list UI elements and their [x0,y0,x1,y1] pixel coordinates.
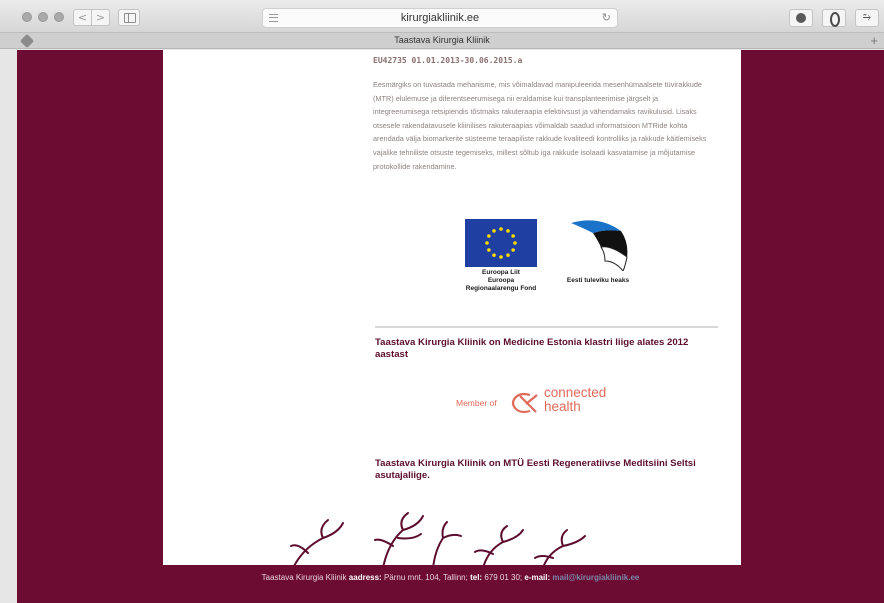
url-text[interactable]: kirurgiakliinik.ee [263,12,617,24]
connected-health-icon[interactable] [508,390,542,416]
project-description: Eesmärgiks on tuvastada mehanisme, mis v… [373,80,707,171]
eu-star [487,248,491,252]
back-button[interactable]: < [73,9,92,26]
eu-star [492,229,496,233]
footer-address: Pärnu mnt. 104, Tallinn; [383,573,468,582]
eu-star [487,234,491,238]
close-window-button[interactable] [22,12,32,22]
footer-email-link[interactable]: mail@kirurgiakliinik.ee [552,573,639,582]
tab-bar: Taastava Kirurgia Kliinik + [0,33,884,49]
address-bar[interactable]: kirurgiakliinik.ee ↻ [262,8,618,28]
eu-star [513,241,517,245]
connected-health-line2: health [544,398,581,414]
eu-star [511,234,515,238]
eu-caption-line1: Euroopa Liit [482,269,520,276]
footer-address-label: aadress: [348,573,382,582]
section-divider [375,326,718,328]
sidebar-toggle-button[interactable] [118,9,140,26]
extension-button[interactable]: ⥲ [855,9,879,27]
eu-star [506,229,510,233]
footer-tel: 679 01 30; [484,573,523,582]
eu-caption-line2: Euroopa [487,277,515,284]
estonia-caption: Eesti tuleviku heaks [566,277,630,284]
reload-icon[interactable]: ↻ [602,11,611,24]
eu-caption: Euroopa Liit Euroopa Regionaalarengu Fon… [451,269,551,293]
eu-star [499,227,503,231]
eu-caption-line3: Regionaalarengu Fond [465,285,537,292]
browser-toolbar: < > kirurgiakliinik.ee ↻ ⥲ [0,0,884,33]
web-viewport: EU42735 01.01.2013-30.06.2015.a Eesmärgi… [17,50,884,603]
member-of-label: Member of [456,398,497,408]
eu-flag-logo [465,219,537,267]
new-tab-button[interactable]: + [870,33,878,48]
page-footer: Taastava Kirurgia Kliinik aadress: Pärnu… [17,568,884,588]
eu-star [499,255,503,259]
eu-stars-icon [485,227,517,259]
eu-star [492,253,496,257]
active-tab-title[interactable]: Taastava Kirurgia Kliinik [0,35,884,45]
footer-email-label: e-mail: [524,573,551,582]
forward-button[interactable]: > [91,9,110,26]
estonia-flag-logo [571,220,628,271]
content-panel: EU42735 01.01.2013-30.06.2015.a Eesmärgi… [163,50,741,565]
coral-decoration [290,512,586,565]
medicine-estonia-heading: Taastava Kirurgia Kliinik on Medicine Es… [375,337,689,360]
connected-health-logo-text[interactable]: connected health [544,386,606,413]
footer-clinic-name: Taastava Kirurgia Kliinik [261,573,347,582]
zoom-window-button[interactable] [54,12,64,22]
eu-star [506,253,510,257]
connected-health-line1: connected [544,385,607,400]
minimize-window-button[interactable] [38,12,48,22]
opera-extension-button[interactable] [822,9,846,27]
footer-tel-label: tel: [470,573,483,582]
regenerative-society-heading: Taastava Kirurgia Kliinik on MTÜ Eesti R… [375,458,696,481]
eu-star [511,248,515,252]
downloads-button[interactable] [789,9,813,27]
project-code: EU42735 01.01.2013-30.06.2015.a [373,56,523,65]
eu-star [485,241,489,245]
